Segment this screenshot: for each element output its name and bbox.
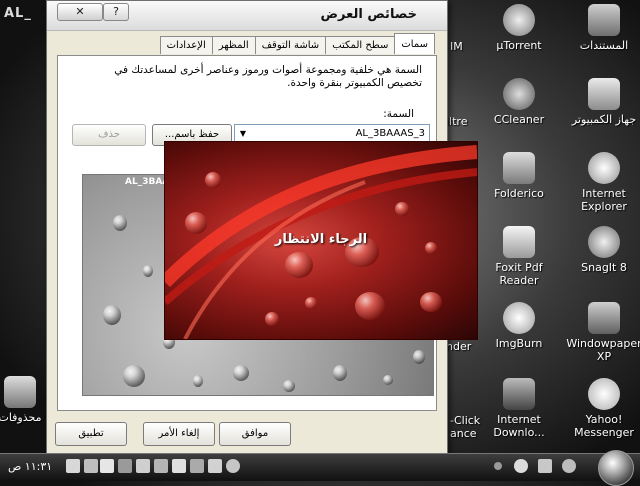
foxit-icon (503, 226, 535, 258)
yahoo-icon (588, 378, 620, 410)
tab-desktop[interactable]: سطح المكتب (325, 36, 396, 54)
partial-icon-label: iltre (446, 115, 468, 128)
ok-button[interactable]: موافق (219, 422, 291, 446)
desktop-icon-internet-download-manager[interactable]: Internet Downlo... (481, 378, 557, 439)
partial-icon-label: ance (450, 427, 477, 440)
desktop-icon-utorrent[interactable]: µTorrent (481, 4, 557, 52)
idm-icon (503, 378, 535, 410)
partial-icon-label: -Click (450, 414, 481, 427)
desktop-icon-ccleaner[interactable]: CCleaner (481, 78, 557, 126)
folderico-icon (503, 152, 535, 184)
water-drop (383, 375, 393, 385)
chevron-up-icon[interactable] (494, 462, 502, 470)
partial-icon-label: IM (450, 40, 463, 53)
help-button[interactable]: ? (103, 3, 129, 21)
theme-description: السمة هي خلفية ومجموعة أصوات ورموز وعناص… (114, 64, 422, 89)
water-drop (113, 215, 127, 231)
loading-splash: الرجاء الانتظار (164, 141, 478, 340)
water-drop (420, 292, 442, 312)
desktop-icon-computer[interactable]: جهاز الكمبيوتر (566, 78, 640, 126)
theme-label: السمة: (383, 108, 414, 120)
volume-tray-icon[interactable] (208, 459, 222, 473)
tab-settings[interactable]: الإعدادات (159, 36, 213, 54)
partial-icon-label: nder (446, 340, 472, 353)
taskbar: ١١:٣١ ص (0, 450, 640, 486)
computer-icon (588, 78, 620, 110)
taskbar-clock[interactable]: ١١:٣١ ص (8, 460, 52, 473)
ccleaner-icon (503, 78, 535, 110)
water-drop (305, 297, 317, 309)
cancel-button[interactable]: إلغاء الأمر (143, 422, 215, 446)
dialog-tabs: سمات سطح المكتب شاشة التوقف المظهر الإعد… (159, 33, 435, 54)
water-drop (413, 350, 425, 364)
network-tray-icon[interactable] (154, 459, 168, 473)
start-button[interactable] (598, 450, 634, 486)
desktop-corner-text: AL_ (4, 6, 32, 21)
folder-tray-icon[interactable] (84, 459, 98, 473)
snagit-icon (588, 226, 620, 258)
chevron-down-icon[interactable]: ▼ (235, 125, 251, 142)
network-globe-icon[interactable] (562, 459, 576, 473)
desktop-icon-ie[interactable]: Internet Explorer (566, 152, 640, 213)
desktop-icon-folderico[interactable]: Folderico (481, 152, 557, 200)
water-drop (265, 312, 279, 326)
desktop-icon-foxit[interactable]: Foxit Pdf Reader (481, 226, 557, 287)
please-wait-text: الرجاء الانتظار (274, 232, 368, 247)
water-drop (193, 375, 203, 387)
recycle-bin-icon (4, 376, 36, 408)
desktop-icon-imgburn[interactable]: ImgBurn (481, 302, 557, 350)
windowpaper-icon (588, 302, 620, 334)
desktop-icon-yahoo[interactable]: Yahoo! Messenger (566, 378, 640, 439)
desktop-icon-snagit[interactable]: SnagIt 8 (566, 226, 640, 274)
desktop-icon-documents[interactable]: المستندات (566, 4, 640, 52)
media-play-icon[interactable] (514, 459, 528, 473)
desktop-icon-windowpaper[interactable]: Windowpaper XP (566, 302, 640, 363)
dialog-title: خصائص العرض (320, 7, 417, 22)
water-drop (333, 365, 347, 381)
theme-select-value: AL_3BAAAS_3 (355, 128, 425, 139)
ie-icon (588, 152, 620, 184)
water-drop (395, 202, 409, 216)
documents-icon (588, 4, 620, 36)
water-drop (355, 292, 385, 320)
imgburn-icon (503, 302, 535, 334)
water-drop (185, 212, 207, 234)
refresh-tray-icon[interactable] (226, 459, 240, 473)
water-drop (205, 172, 221, 188)
water-drop (233, 365, 249, 381)
delete-button[interactable]: حذف (72, 124, 146, 146)
grid-tray-icon[interactable] (136, 459, 150, 473)
lock-tray-icon[interactable] (190, 459, 204, 473)
monitor-tray-icon[interactable] (172, 459, 186, 473)
apply-button[interactable]: تطبيق (55, 422, 127, 446)
tab-appearance[interactable]: المظهر (211, 36, 256, 54)
tab-screensaver[interactable]: شاشة التوقف (254, 36, 327, 54)
water-drop (123, 365, 145, 387)
water-drop (103, 305, 121, 325)
gear-icon[interactable] (538, 459, 552, 473)
window-tray-icon[interactable] (100, 459, 114, 473)
utorrent-icon (503, 4, 535, 36)
dialog-titlebar[interactable]: ✕ ? خصائص العرض (47, 1, 447, 31)
water-drop (285, 252, 313, 278)
cursor-tray-icon[interactable] (118, 459, 132, 473)
tab-themes[interactable]: سمات (394, 33, 435, 54)
water-drop (283, 380, 295, 392)
close-button[interactable]: ✕ (57, 3, 103, 21)
water-drop (143, 265, 153, 277)
tools-tray-icon[interactable] (66, 459, 80, 473)
